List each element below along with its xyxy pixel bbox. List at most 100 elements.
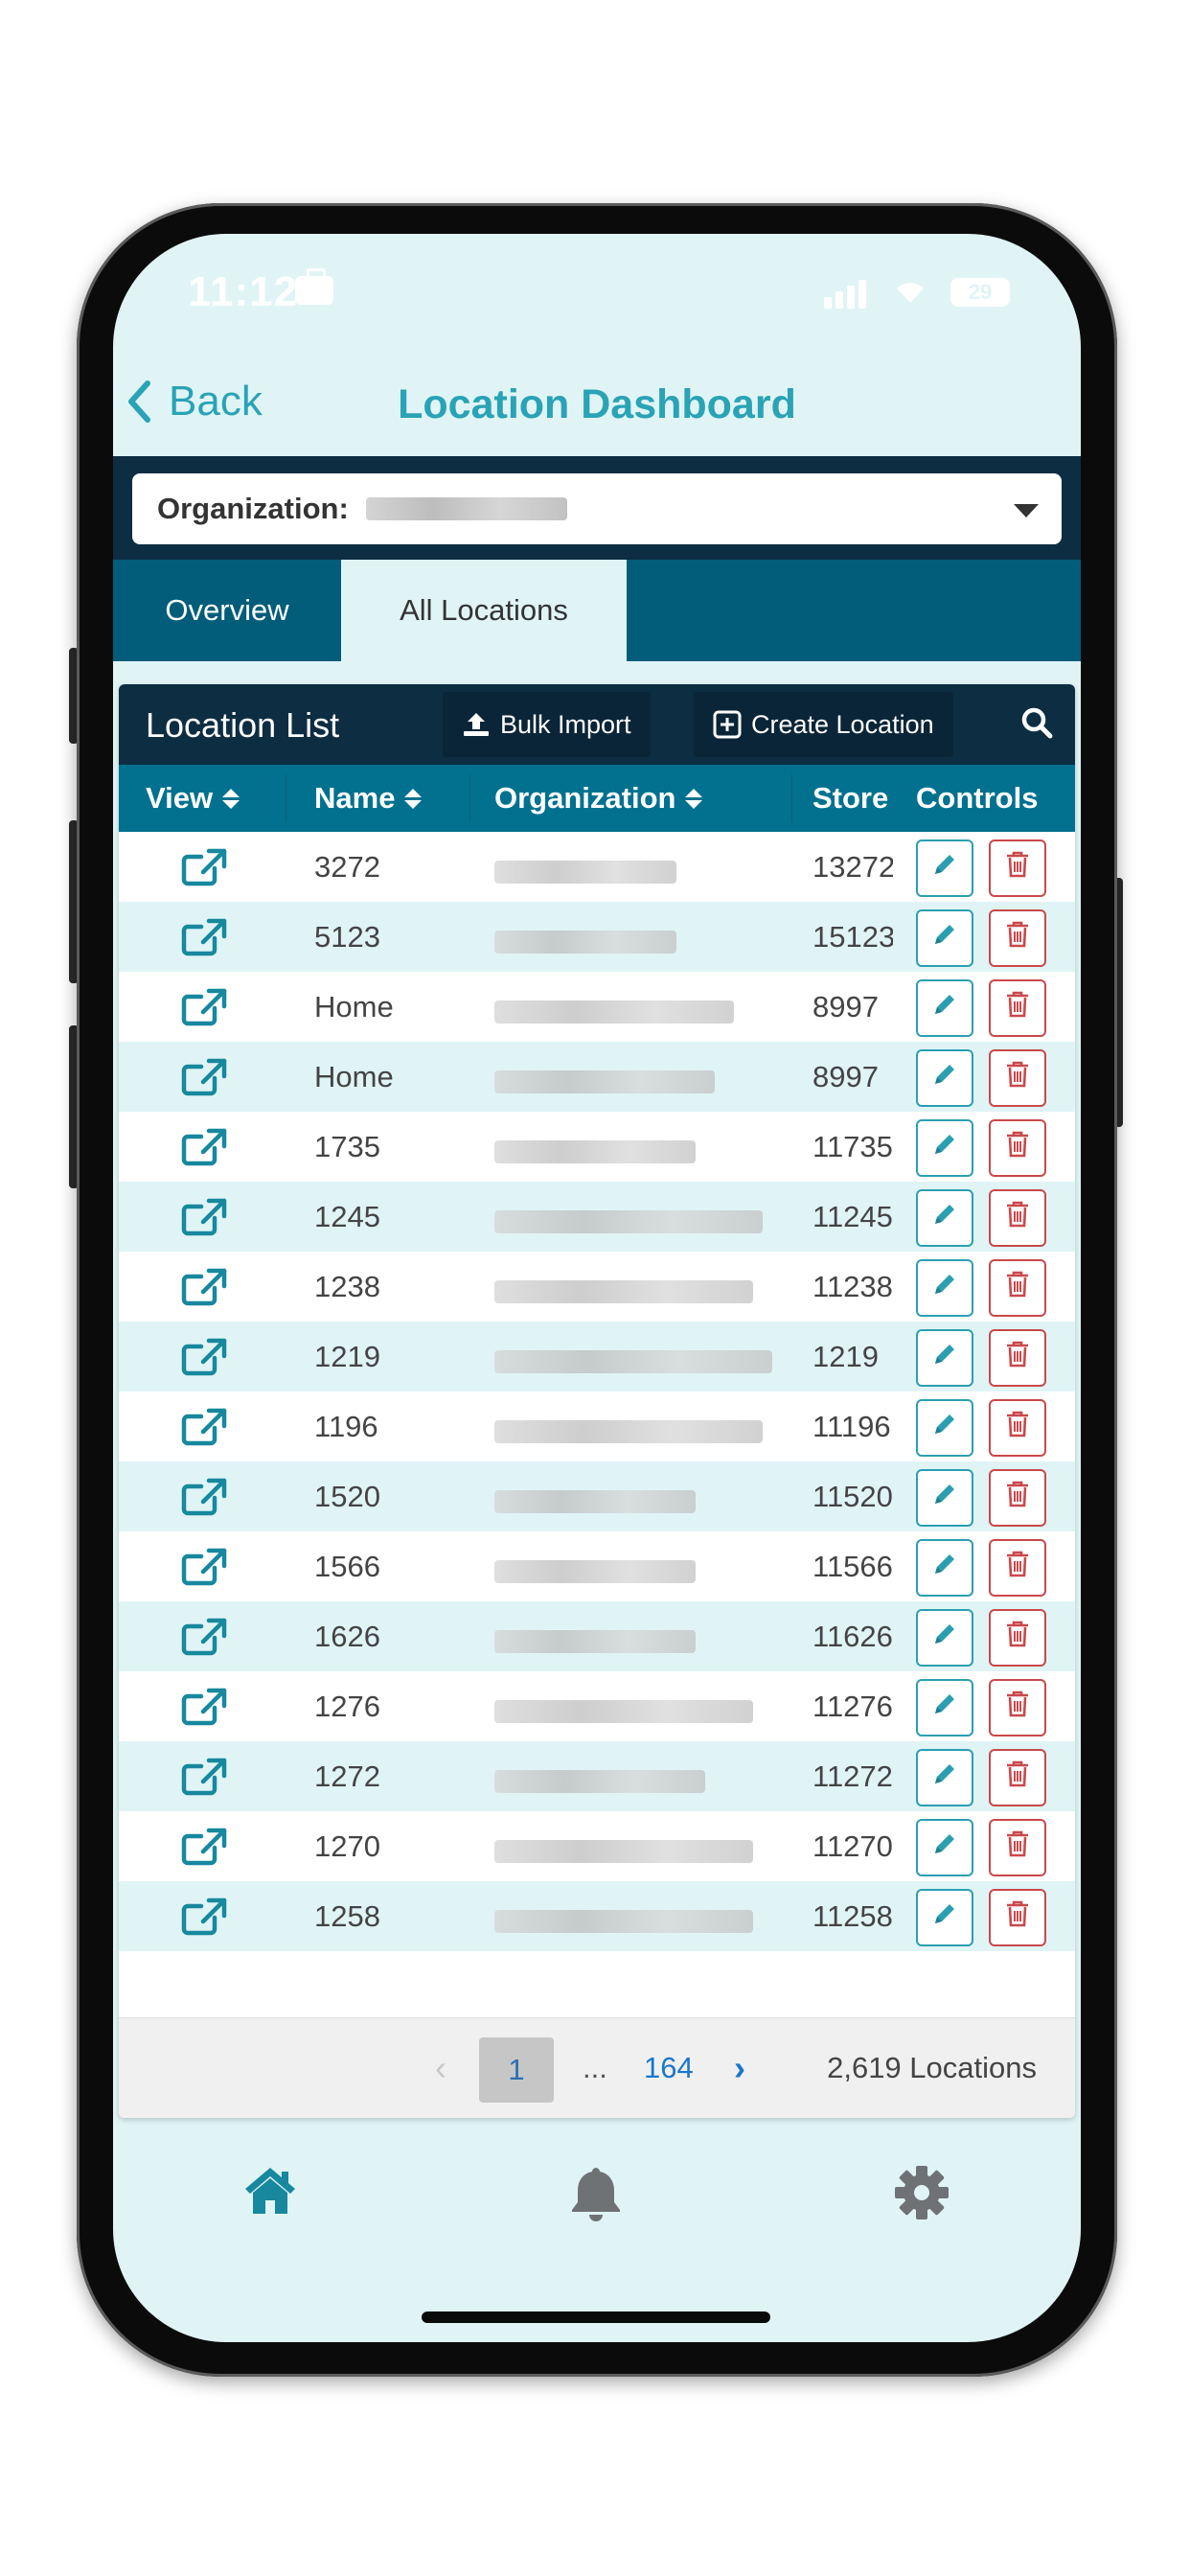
column-label: Organization <box>494 781 676 815</box>
view-location-button[interactable] <box>180 1407 228 1455</box>
column-header-store[interactable]: Store <box>812 765 893 832</box>
settings-tab-button[interactable] <box>893 2164 950 2226</box>
delete-button[interactable] <box>989 1399 1046 1457</box>
gear-icon <box>895 2166 949 2220</box>
status-bar: 11:12 29 <box>113 234 1081 358</box>
sort-icon <box>685 788 703 809</box>
view-location-button[interactable] <box>180 1687 228 1735</box>
divider <box>469 774 470 822</box>
view-location-button[interactable] <box>180 1337 228 1385</box>
edit-button[interactable] <box>916 909 973 967</box>
table-row: 1272 11272 <box>119 1741 1075 1811</box>
view-location-button[interactable] <box>180 847 228 895</box>
edit-button[interactable] <box>916 1189 973 1247</box>
trash-icon <box>1005 1270 1030 1306</box>
home-tab-button[interactable] <box>241 2164 299 2220</box>
table-row: 1238 11238 <box>119 1252 1075 1322</box>
edit-button[interactable] <box>916 1679 973 1736</box>
edit-button[interactable] <box>916 1259 973 1317</box>
external-link-icon <box>180 1338 228 1384</box>
edit-button[interactable] <box>916 1539 973 1597</box>
organization-redacted <box>494 857 676 891</box>
delete-button[interactable] <box>989 1259 1046 1317</box>
trash-icon <box>1005 1060 1030 1096</box>
delete-button[interactable] <box>989 1539 1046 1597</box>
view-location-button[interactable] <box>180 1477 228 1525</box>
organization-redacted <box>494 927 676 961</box>
delete-button[interactable] <box>989 1189 1046 1247</box>
table-row: 1258 11258 <box>119 1881 1075 1951</box>
delete-button[interactable] <box>989 979 1046 1037</box>
upload-icon <box>464 713 489 736</box>
view-location-button[interactable] <box>180 987 228 1035</box>
edit-button[interactable] <box>916 1399 973 1457</box>
create-location-button[interactable]: Create Location <box>694 692 953 757</box>
delete-button[interactable] <box>989 1889 1046 1946</box>
delete-button[interactable] <box>989 1329 1046 1387</box>
view-location-button[interactable] <box>180 917 228 965</box>
location-name: 1276 <box>314 1690 380 1723</box>
edit-pencil-icon <box>931 921 958 955</box>
status-time: 11:12 <box>188 268 299 315</box>
search-button[interactable] <box>1019 705 1054 745</box>
edit-button[interactable] <box>916 1119 973 1177</box>
edit-button[interactable] <box>916 1749 973 1806</box>
edit-button[interactable] <box>916 1609 973 1667</box>
view-location-button[interactable] <box>180 1897 228 1944</box>
delete-button[interactable] <box>989 1749 1046 1806</box>
view-location-button[interactable] <box>180 1127 228 1175</box>
last-page-button[interactable]: 164 <box>644 2018 694 2118</box>
delete-button[interactable] <box>989 1049 1046 1107</box>
tab-all-locations[interactable]: All Locations <box>341 560 627 661</box>
plus-square-icon <box>713 710 742 739</box>
column-header-organization[interactable]: Organization <box>494 765 703 832</box>
location-name: 1272 <box>314 1760 380 1793</box>
next-page-button[interactable]: › <box>734 2018 745 2118</box>
page-1-button[interactable]: 1 <box>479 2037 554 2103</box>
tab-bar: Overview All Locations <box>113 560 1081 661</box>
organization-select[interactable]: Organization: <box>132 473 1062 544</box>
edit-button[interactable] <box>916 1329 973 1387</box>
view-location-button[interactable] <box>180 1547 228 1595</box>
location-name: 1735 <box>314 1130 380 1163</box>
edit-button[interactable] <box>916 1819 973 1876</box>
location-name: 1245 <box>314 1200 380 1233</box>
edit-button[interactable] <box>916 1469 973 1527</box>
notifications-tab-button[interactable] <box>565 2164 627 2230</box>
edit-button[interactable] <box>916 979 973 1037</box>
delete-button[interactable] <box>989 840 1046 897</box>
store-number: 11245 <box>812 1200 893 1233</box>
delete-button[interactable] <box>989 909 1046 967</box>
view-location-button[interactable] <box>180 1057 228 1105</box>
organization-bar: Organization: <box>113 456 1081 560</box>
trash-icon <box>1005 920 1030 956</box>
view-location-button[interactable] <box>180 1757 228 1805</box>
delete-button[interactable] <box>989 1119 1046 1177</box>
delete-button[interactable] <box>989 1679 1046 1736</box>
edit-button[interactable] <box>916 1049 973 1107</box>
bulk-import-button[interactable]: Bulk Import <box>443 692 651 757</box>
previous-page-button[interactable]: ‹ <box>435 2018 446 2118</box>
view-location-button[interactable] <box>180 1617 228 1665</box>
table-header: View Name Organization Store Controls <box>119 765 1075 832</box>
trash-icon <box>1005 1410 1030 1446</box>
column-header-name[interactable]: Name <box>314 765 423 832</box>
store-number: 11566 <box>812 1550 893 1583</box>
location-name: 1238 <box>314 1270 380 1303</box>
external-link-icon <box>180 1898 228 1944</box>
delete-button[interactable] <box>989 1819 1046 1876</box>
location-name: 5123 <box>314 920 380 954</box>
trash-icon <box>1005 1200 1030 1236</box>
delete-button[interactable] <box>989 1469 1046 1527</box>
delete-button[interactable] <box>989 1609 1046 1667</box>
total-locations-count: 2,619 Locations <box>827 2051 1037 2084</box>
column-header-view[interactable]: View <box>146 765 240 832</box>
view-location-button[interactable] <box>180 1267 228 1315</box>
tab-overview[interactable]: Overview <box>113 560 341 661</box>
edit-button[interactable] <box>916 1889 973 1946</box>
view-location-button[interactable] <box>180 1827 228 1874</box>
edit-button[interactable] <box>916 840 973 897</box>
edit-pencil-icon <box>931 1621 958 1655</box>
edit-pencil-icon <box>931 1900 958 1935</box>
view-location-button[interactable] <box>180 1197 228 1245</box>
